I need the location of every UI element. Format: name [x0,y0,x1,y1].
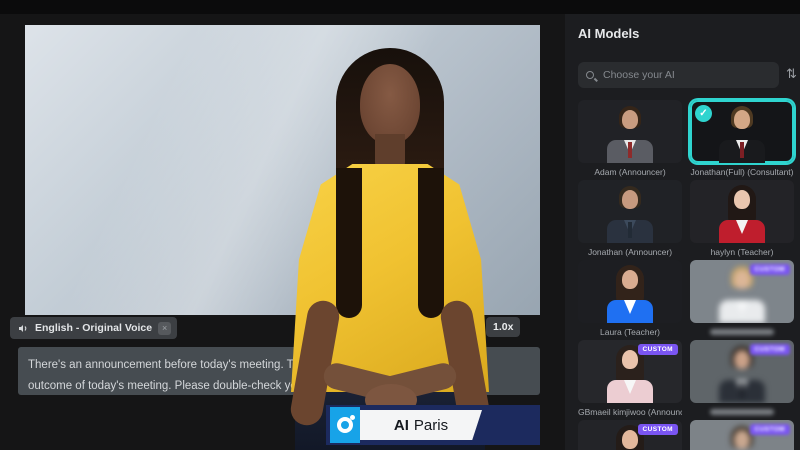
model-card-adam[interactable]: Adam (Announcer) [578,100,682,177]
model-card-custom-blurred[interactable]: CUSTOM [690,420,794,450]
presenter-name-banner: AI Paris [360,410,482,440]
model-card-laura[interactable]: Laura (Teacher) [578,260,682,337]
model-label: Laura (Teacher) [578,327,682,337]
search-input[interactable] [601,68,771,82]
model-label: haylyn (Teacher) [690,247,794,257]
model-card-jonathan[interactable]: Jonathan (Announcer) [578,180,682,257]
voice-icon [16,322,29,335]
model-card-jonathan-full[interactable]: ✓ Jonathan(Full) (Consultant) [690,100,794,177]
model-label: Adam (Announcer) [578,167,682,177]
custom-badge: CUSTOM [638,344,678,355]
app-window: There's an announcement before today's m… [0,0,800,450]
selected-check-icon: ✓ [695,105,712,122]
search-icon [586,71,594,79]
voice-label: English - Original Voice [35,322,152,334]
lower-third-banner[interactable]: AI Paris [326,404,540,446]
model-label-blurred [710,409,774,415]
model-portrait [690,180,794,243]
custom-badge: CUSTOM [638,424,678,435]
model-label: GBmaeil kimjiwoo (Announcer) [578,407,682,417]
model-label-blurred [710,329,774,335]
banner-name-text: Paris [414,417,448,434]
avatar-hair-strand [418,168,444,318]
model-label: Jonathan (Announcer) [578,247,682,257]
model-search-box[interactable] [578,62,779,88]
custom-badge: CUSTOM [750,264,790,275]
sort-icon[interactable]: ⇅ [786,66,797,82]
banner-brand-text: AI [394,417,409,434]
model-portrait [578,100,682,163]
ai-models-sidebar: AI Models ⇅ Adam (Announcer) ✓ Jona [565,14,800,450]
model-label: Jonathan(Full) (Consultant) [690,167,794,177]
model-card-haylyn[interactable]: haylyn (Teacher) [690,180,794,257]
brand-logo-icon [330,407,360,443]
top-strip [0,0,800,14]
sidebar-title: AI Models [578,26,639,41]
custom-badge: CUSTOM [750,424,790,435]
model-card-custom-blurred[interactable]: CUSTOM [690,260,794,335]
model-card-custom-blurred[interactable]: CUSTOM [690,340,794,415]
voice-selector-chip[interactable]: English - Original Voice × [10,317,177,339]
avatar-face [360,64,420,144]
model-portrait [578,180,682,243]
avatar-hair-strand [336,168,362,318]
model-card-custom[interactable]: CUSTOM [578,420,682,450]
model-portrait [578,260,682,323]
voice-options-icon[interactable]: × [158,322,171,335]
ai-presenter-avatar[interactable] [283,48,497,450]
custom-badge: CUSTOM [750,344,790,355]
model-card-gbmaeil-kimjiwoo[interactable]: CUSTOM GBmaeil kimjiwoo (Announcer) [578,340,682,417]
